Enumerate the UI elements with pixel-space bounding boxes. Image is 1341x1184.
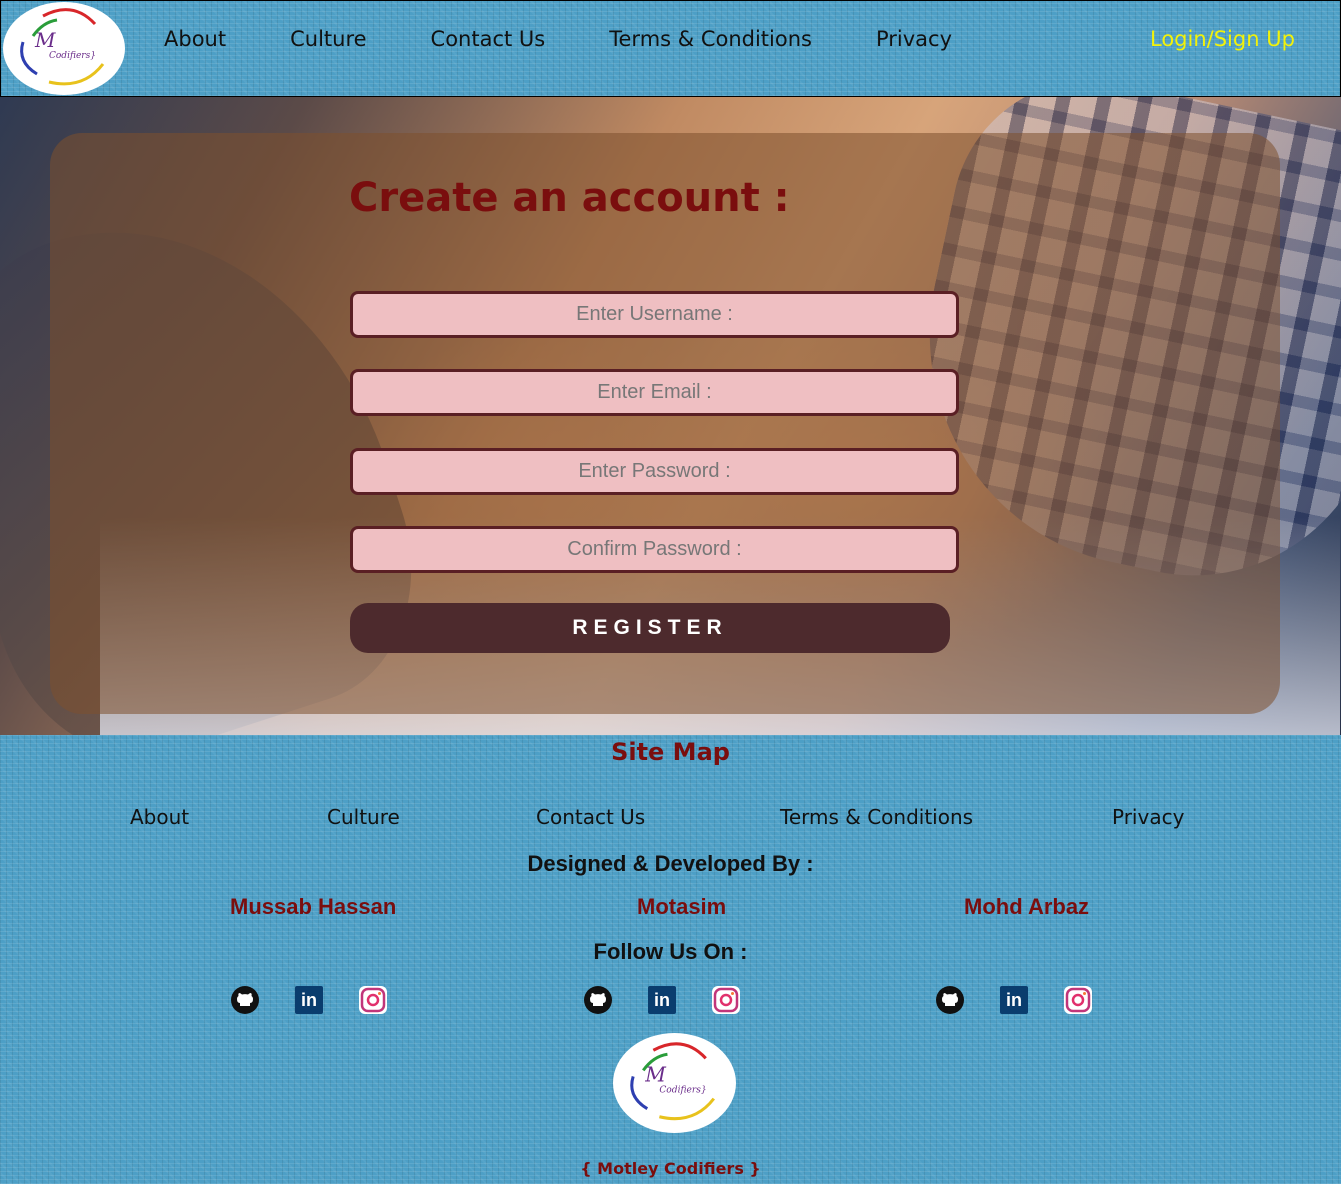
footer-logo-icon: M Codifiers} [613, 1033, 736, 1133]
nav-terms[interactable]: Terms & Conditions [609, 27, 812, 51]
linkedin-icon[interactable]: in [1000, 986, 1028, 1014]
login-signup-link[interactable]: Login/Sign Up [1150, 27, 1295, 51]
footer-link-about[interactable]: About [130, 805, 189, 829]
username-input[interactable] [350, 291, 959, 338]
nav-privacy[interactable]: Privacy [876, 27, 952, 51]
footer-link-culture[interactable]: Culture [327, 805, 400, 829]
hero-section: Create an account : REGISTER [0, 97, 1341, 735]
confirm-password-input[interactable] [350, 526, 959, 573]
instagram-icon[interactable] [712, 986, 740, 1014]
password-input[interactable] [350, 448, 959, 495]
designed-by-heading: Designed & Developed By : [527, 851, 814, 876]
sitemap-title: Site Map [611, 738, 730, 766]
logo-icon[interactable]: M Codifiers} [3, 2, 125, 95]
register-form-card: Create an account : REGISTER [50, 133, 1280, 714]
logo-graphic: M Codifiers} [20, 8, 105, 86]
footer-link-contact[interactable]: Contact Us [536, 805, 645, 829]
email-input[interactable] [350, 369, 959, 416]
nav-culture[interactable]: Culture [290, 27, 366, 51]
developer-name: Motasim [637, 894, 727, 919]
svg-text:Codifiers}: Codifiers} [659, 1086, 706, 1096]
nav-contact[interactable]: Contact Us [431, 27, 546, 51]
linkedin-icon[interactable]: in [295, 986, 323, 1014]
footer-link-privacy[interactable]: Privacy [1112, 805, 1184, 829]
follow-heading: Follow Us On : [593, 939, 748, 964]
form-title: Create an account : [349, 175, 790, 221]
github-icon[interactable] [936, 986, 964, 1014]
developer-name: Mohd Arbaz [964, 894, 1090, 919]
svg-text:M: M [644, 1062, 667, 1086]
register-button[interactable]: REGISTER [350, 603, 950, 653]
nav-about[interactable]: About [164, 27, 226, 51]
developer-name: Mussab Hassan [230, 894, 397, 919]
svg-text:M: M [34, 28, 56, 52]
github-icon[interactable] [231, 986, 259, 1014]
footer: Site Map About Culture Contact Us Terms … [0, 735, 1341, 1184]
navbar: M Codifiers} About Culture Contact Us Te… [0, 0, 1341, 97]
instagram-icon[interactable] [359, 986, 387, 1014]
instagram-icon[interactable] [1064, 986, 1092, 1014]
github-icon[interactable] [584, 986, 612, 1014]
svg-text:Codifiers}: Codifiers} [49, 51, 96, 61]
brand-name: { Motley Codifiers } [580, 1159, 761, 1178]
nav-links: About Culture Contact Us Terms & Conditi… [164, 27, 1016, 51]
linkedin-icon[interactable]: in [648, 986, 676, 1014]
footer-link-terms[interactable]: Terms & Conditions [780, 805, 973, 829]
